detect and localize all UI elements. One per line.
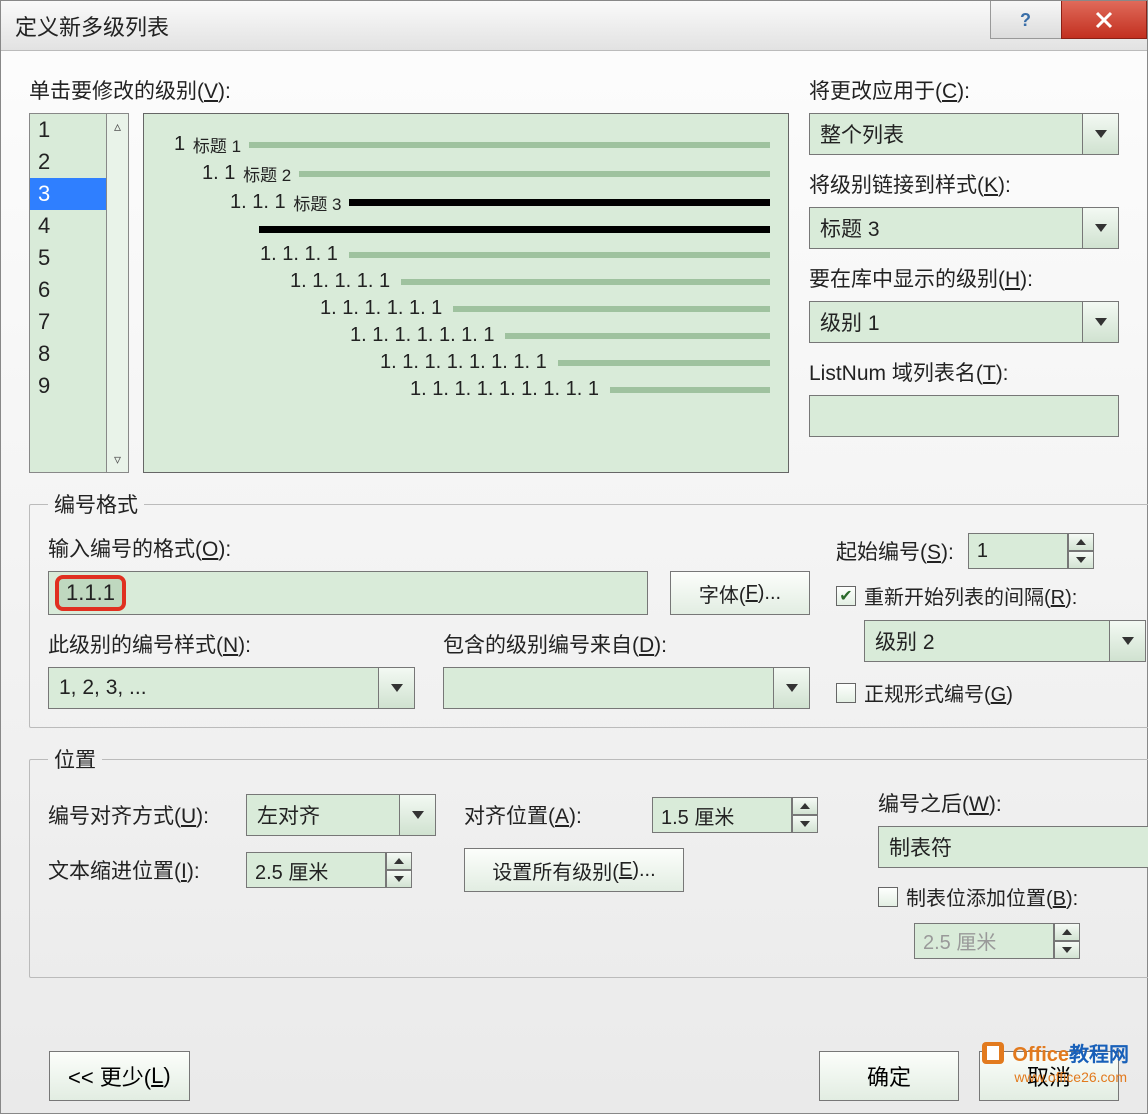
listnum-label: ListNum 域列表名(T): [809,357,1009,387]
help-button[interactable]: ? [990,1,1062,39]
level-item-5[interactable]: 5 [30,242,106,274]
legal-checkbox[interactable]: 正规形式编号(G) [836,678,1013,707]
preview-line: 1. 1. 1 标题 3 [162,190,770,215]
chevron-down-icon [1082,208,1118,248]
tab-add-spinner: 2.5 厘米 [914,923,1148,959]
preview-line: 1 标题 1 [162,132,770,157]
spin-up-icon[interactable] [792,797,818,815]
watermark-url: www.office26.com [1014,1069,1127,1085]
spin-down-icon [1054,941,1080,959]
text-indent-spinner[interactable]: 2.5 厘米 [246,852,446,888]
show-gallery-select[interactable]: 级别 1 [809,301,1119,343]
preview-line: 1. 1. 1. 1 [162,243,770,266]
dialog-window: 定义新多级列表 ? 单击要修改的级别(V): 123456789 ▵ [0,0,1148,1114]
include-from-select[interactable] [443,667,810,709]
spin-down-icon[interactable] [792,815,818,833]
scroll-up-icon: ▵ [114,118,121,135]
chevron-down-icon [399,795,435,835]
help-icon: ? [1016,10,1036,30]
preview-line: 1. 1. 1. 1. 1. 1 [162,297,770,320]
num-style-label: 此级别的编号样式(N): [48,629,251,659]
title-bar: 定义新多级列表 ? [1,1,1147,51]
position-group: 位置 编号对齐方式(U): 左对齐 对齐位置(A): [29,744,1148,978]
spin-up-icon[interactable] [386,852,412,870]
preview-pane: 1 标题 1 1. 1 标题 2 1. 1. 1 标题 3 1. 1. 1. 1… [143,113,789,473]
chevron-down-icon [1109,621,1145,661]
listnum-input[interactable] [809,395,1119,437]
level-listbox[interactable]: 123456789 ▵ ▿ [29,113,129,473]
number-format-input[interactable]: 1.1.1 [48,571,648,615]
link-style-select[interactable]: 标题 3 [809,207,1119,249]
level-item-2[interactable]: 2 [30,146,106,178]
level-item-1[interactable]: 1 [30,114,106,146]
watermark: Office教程网 [980,1038,1129,1067]
font-button[interactable]: 字体(F)... [670,571,810,615]
level-item-8[interactable]: 8 [30,338,106,370]
click-level-label: 单击要修改的级别(V): [29,75,231,105]
dialog-title: 定义新多级列表 [15,10,169,42]
restart-level-select[interactable]: 级别 2 [864,620,1146,662]
enter-format-label: 输入编号的格式(O): [48,533,231,563]
level-item-7[interactable]: 7 [30,306,106,338]
chevron-down-icon [378,668,414,708]
align-label: 编号对齐方式(U): [48,800,228,830]
apply-to-select[interactable]: 整个列表 [809,113,1119,155]
spin-down-icon[interactable] [1068,551,1094,569]
align-select[interactable]: 左对齐 [246,794,436,836]
level-item-3[interactable]: 3 [30,178,106,210]
set-all-levels-button[interactable]: 设置所有级别(E)... [464,848,684,892]
checkbox-icon [836,683,856,703]
spin-up-icon [1054,923,1080,941]
chevron-down-icon [1082,114,1118,154]
preview-line [162,219,770,239]
preview-line: 1. 1. 1. 1. 1. 1. 1. 1 [162,351,770,374]
svg-text:?: ? [1020,10,1031,30]
preview-line: 1. 1 标题 2 [162,161,770,186]
start-at-label: 起始编号(S): [836,536,954,566]
follow-select[interactable]: 制表符 [878,826,1148,868]
number-format-group: 编号格式 输入编号的格式(O): 1.1.1 字体(F)... [29,489,1148,728]
less-button[interactable]: << 更少(L) [49,1051,190,1101]
align-at-label: 对齐位置(A): [464,800,634,830]
link-style-label: 将级别链接到样式(K): [809,169,1011,199]
close-button[interactable] [1061,1,1147,39]
checkbox-checked-icon: ✔ [836,586,856,606]
scroll-down-icon: ▿ [114,451,121,468]
spin-up-icon[interactable] [1068,533,1094,551]
level-item-9[interactable]: 9 [30,370,106,402]
text-indent-label: 文本缩进位置(I): [48,855,228,885]
number-format-value: 1.1.1 [55,575,126,611]
ok-button[interactable]: 确定 [819,1051,959,1101]
show-gallery-label: 要在库中显示的级别(H): [809,263,1033,293]
preview-line: 1. 1. 1. 1. 1. 1. 1. 1. 1 [162,378,770,401]
start-at-spinner[interactable]: 1 [968,533,1094,569]
preview-line: 1. 1. 1. 1. 1 [162,270,770,293]
num-style-select[interactable]: 1, 2, 3, ... [48,667,415,709]
include-from-label: 包含的级别编号来自(D): [443,629,667,659]
apply-to-label: 将更改应用于(C): [809,75,970,105]
preview-line: 1. 1. 1. 1. 1. 1. 1 [162,324,770,347]
tab-add-checkbox[interactable]: 制表位添加位置(B): [878,882,1078,911]
level-item-6[interactable]: 6 [30,274,106,306]
restart-checkbox[interactable]: ✔ 重新开始列表的间隔(R): [836,581,1077,610]
checkbox-icon [878,887,898,907]
level-item-4[interactable]: 4 [30,210,106,242]
office-logo-icon [980,1040,1006,1066]
position-legend: 位置 [48,744,102,774]
dialog-footer: << 更少(L) 确定 取消 [1,1051,1147,1101]
follow-label: 编号之后(W): [878,788,1002,818]
close-icon [1093,9,1115,31]
spin-down-icon[interactable] [386,870,412,888]
chevron-down-icon [773,668,809,708]
level-scrollbar[interactable]: ▵ ▿ [106,114,128,472]
number-format-legend: 编号格式 [48,489,144,519]
chevron-down-icon [1082,302,1118,342]
align-at-spinner[interactable]: 1.5 厘米 [652,797,852,833]
